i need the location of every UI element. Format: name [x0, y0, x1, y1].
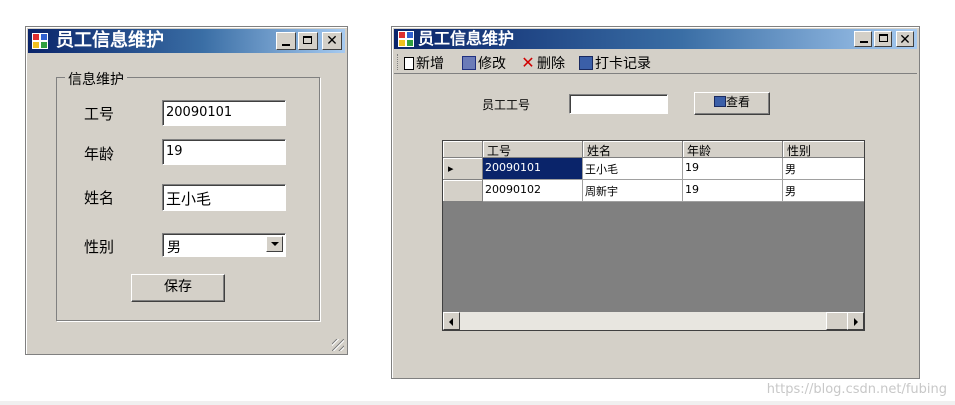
save-button[interactable]: 保存	[131, 274, 225, 302]
cell-age[interactable]: 19	[683, 180, 783, 202]
punch-record-label: 打卡记录	[595, 56, 651, 72]
close-icon: ✕	[326, 33, 338, 49]
delete-button[interactable]: ✕ 删除	[521, 53, 565, 73]
column-header-age[interactable]: 年龄	[683, 141, 783, 158]
scroll-thumb[interactable]	[460, 312, 826, 330]
row-header[interactable]: ▸	[443, 158, 483, 180]
maximize-icon	[303, 36, 312, 44]
cell-name[interactable]: 周新宇	[583, 180, 683, 202]
name-field[interactable]: 王小毛	[162, 184, 286, 211]
page-bottom-strip	[0, 401, 955, 405]
close-button[interactable]: ✕	[896, 31, 914, 47]
delete-x-icon: ✕	[521, 53, 535, 72]
scroll-right-icon[interactable]	[847, 312, 864, 330]
cell-id[interactable]: 20090101	[483, 158, 583, 180]
new-button[interactable]: 新增	[404, 53, 444, 73]
maximize-icon	[879, 34, 888, 42]
window-title: 员工信息维护	[56, 30, 164, 51]
new-label: 新增	[416, 56, 444, 72]
employee-list-window: 员工信息维护 ✕ 新增 修改 ✕ 删除 打卡记录 员工工号 查看 工号 姓名 年…	[391, 26, 920, 379]
resize-grip[interactable]	[332, 339, 344, 351]
edit-button[interactable]: 修改	[462, 53, 506, 73]
maximize-button[interactable]	[298, 32, 318, 50]
cell-age[interactable]: 19	[683, 158, 783, 180]
watermark: https://blog.csdn.net/fubing	[766, 382, 947, 397]
table-row[interactable]: 20090102 周新宇 19 男	[443, 180, 864, 202]
horizontal-scrollbar[interactable]	[443, 312, 864, 330]
scroll-thumb-handle[interactable]	[826, 312, 848, 330]
minimize-icon	[860, 41, 868, 43]
gender-select-value: 男	[167, 240, 181, 256]
employee-id-field[interactable]: 20090101	[162, 100, 286, 126]
table-row[interactable]: ▸ 20090101 王小毛 19 男	[443, 158, 864, 180]
binoculars-icon	[713, 96, 726, 107]
cell-gender[interactable]: 男	[783, 158, 864, 180]
app-icon	[32, 33, 48, 49]
maximize-button[interactable]	[874, 31, 892, 47]
column-header-id[interactable]: 工号	[483, 141, 583, 158]
binoculars-icon	[579, 56, 593, 70]
name-label: 姓名	[84, 189, 115, 207]
cell-id[interactable]: 20090102	[483, 180, 583, 202]
cell-name[interactable]: 王小毛	[583, 158, 683, 180]
close-button[interactable]: ✕	[322, 32, 342, 50]
toolbar: 新增 修改 ✕ 删除 打卡记录	[394, 51, 917, 74]
employee-grid[interactable]: 工号 姓名 年龄 性别 ▸ 20090101 王小毛 19 男 20090102…	[442, 140, 865, 331]
row-header[interactable]	[443, 180, 483, 202]
age-label: 年龄	[84, 145, 115, 163]
scroll-left-icon[interactable]	[443, 312, 460, 330]
window-title: 员工信息维护	[418, 29, 515, 48]
new-document-icon	[404, 56, 414, 70]
edit-icon	[462, 56, 476, 70]
toolbar-grip	[397, 54, 400, 70]
edit-label: 修改	[478, 56, 506, 72]
grid-corner	[443, 141, 483, 158]
employee-id-search-input[interactable]	[569, 94, 668, 114]
row-indicator-icon: ▸	[448, 162, 454, 175]
column-header-gender[interactable]: 性别	[783, 141, 864, 158]
grid-header-row: 工号 姓名 年龄 性别	[443, 141, 864, 158]
column-header-name[interactable]: 姓名	[583, 141, 683, 158]
close-icon: ✕	[899, 32, 911, 48]
chevron-down-icon[interactable]	[266, 236, 283, 252]
employee-id-label: 工号	[84, 105, 115, 123]
delete-label: 删除	[537, 56, 565, 72]
view-button-label: 查看	[725, 95, 750, 109]
app-icon	[398, 31, 414, 47]
title-bar[interactable]: 员工信息维护 ✕	[28, 29, 345, 53]
punch-record-button[interactable]: 打卡记录	[579, 53, 651, 73]
view-button[interactable]: 查看	[694, 92, 770, 115]
gender-select[interactable]: 男	[162, 233, 286, 257]
groupbox-title: 信息维护	[65, 69, 127, 89]
minimize-button[interactable]	[276, 32, 296, 50]
gender-label: 性别	[84, 238, 115, 256]
minimize-icon	[282, 44, 290, 46]
title-bar[interactable]: 员工信息维护 ✕	[394, 29, 917, 49]
employee-edit-window: 员工信息维护 ✕ 信息维护 工号 20090101 年龄 19 姓名 王小毛 性…	[25, 26, 348, 355]
search-label: 员工工号	[482, 98, 531, 112]
age-field[interactable]: 19	[162, 139, 286, 165]
cell-gender[interactable]: 男	[783, 180, 864, 202]
minimize-button[interactable]	[854, 31, 872, 47]
